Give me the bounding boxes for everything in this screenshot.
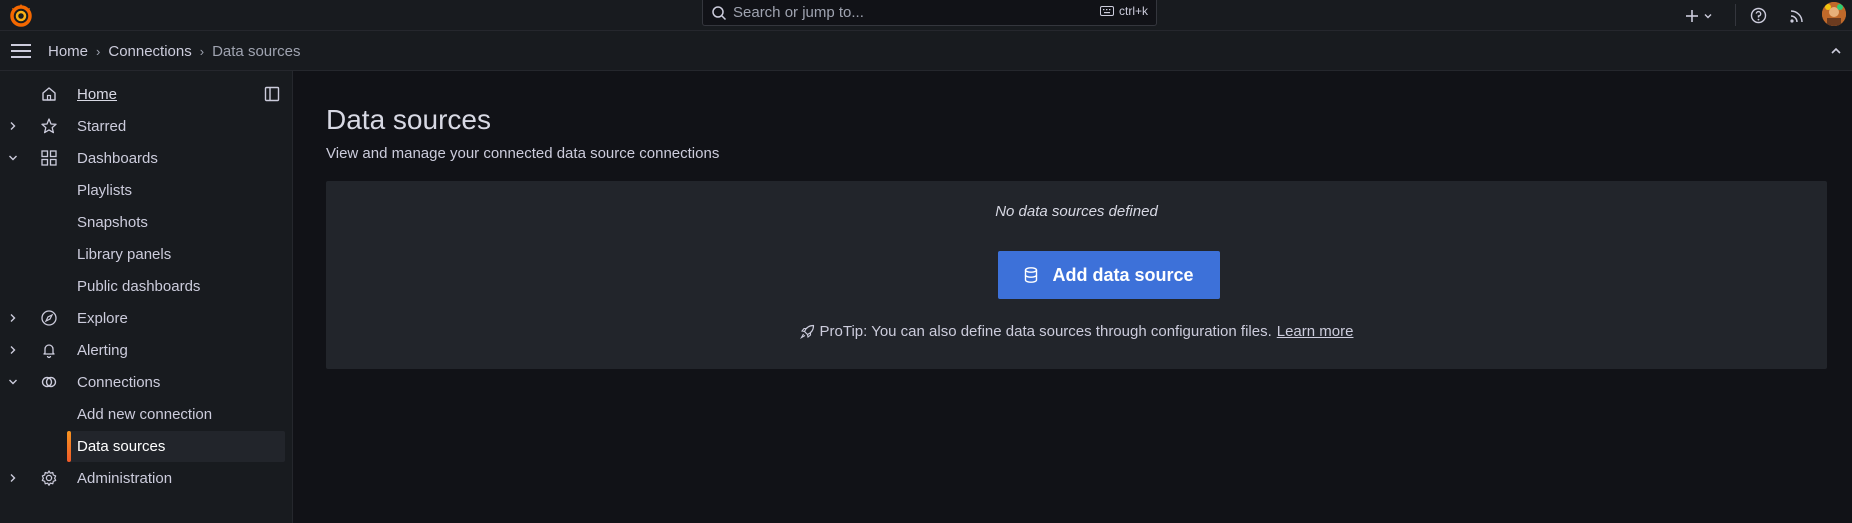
- keyboard-icon: [1099, 6, 1114, 16]
- menu-icon[interactable]: [10, 42, 32, 60]
- main-content: Data sources View and manage your connec…: [294, 71, 1852, 523]
- sidebar-item-data-sources[interactable]: Data sources: [0, 430, 293, 462]
- search-icon: [712, 5, 727, 20]
- rss-icon: [1790, 9, 1803, 23]
- sidebar: Home Starred Dashboards Playlists Snapsh…: [0, 71, 293, 523]
- database-icon: [1025, 267, 1038, 283]
- topbar-divider: [1735, 4, 1736, 26]
- add-data-source-button[interactable]: Add data source: [998, 251, 1220, 299]
- sidebar-item-label: Public dashboards: [77, 277, 201, 295]
- search-shortcut-label: ctrl+k: [1118, 4, 1148, 18]
- sidebar-item-starred[interactable]: Starred: [0, 110, 293, 142]
- new-menu-button[interactable]: [1685, 0, 1714, 31]
- breadcrumb: Home › Connections › Data sources: [48, 31, 300, 71]
- apps-icon: [41, 150, 57, 166]
- page-title: Data sources: [326, 104, 491, 135]
- bell-icon: [43, 344, 55, 359]
- protip: ProTip: You can also define data sources…: [326, 323, 1827, 340]
- sidebar-item-alerting[interactable]: Alerting: [0, 334, 293, 366]
- breadcrumb-current: Data sources: [212, 42, 301, 60]
- sidebar-item-label: Add new connection: [77, 405, 213, 423]
- breadcrumb-separator: ›: [199, 43, 205, 59]
- empty-state-message: No data sources defined: [995, 203, 1158, 220]
- help-button[interactable]: [1750, 0, 1767, 31]
- chevron-right-icon[interactable]: [6, 311, 20, 325]
- rocket-icon: [799, 324, 814, 339]
- sidebar-item-add-new-connection[interactable]: Add new connection: [0, 398, 293, 430]
- sidebar-item-connections[interactable]: Connections: [0, 366, 293, 398]
- plus-icon: [1686, 9, 1698, 22]
- sidebar-item-label: Snapshots: [77, 213, 148, 231]
- sidebar-item-label: Starred: [77, 117, 127, 135]
- news-button[interactable]: [1789, 0, 1805, 31]
- avatar[interactable]: [1822, 2, 1846, 26]
- sidebar-item-label: Alerting: [77, 341, 128, 359]
- breadcrumb-connections[interactable]: Connections: [108, 43, 191, 60]
- breadcrumb-separator: ›: [96, 43, 101, 59]
- sidebar-item-home[interactable]: Home: [0, 78, 293, 110]
- search-bar[interactable]: Search or jump to... ctrl+k: [702, 0, 1157, 26]
- add-data-source-label: Add data source: [1052, 264, 1194, 285]
- help-icon: [1750, 7, 1767, 24]
- chevron-down-icon[interactable]: [6, 375, 20, 389]
- top-bar: Search or jump to... ctrl+k: [0, 0, 1852, 31]
- sidebar-item-library-panels[interactable]: Library panels: [0, 238, 293, 270]
- empty-state-card: No data sources defined Add data source …: [326, 181, 1827, 369]
- protip-text: ProTip: You can also define data sources…: [819, 323, 1272, 340]
- breadcrumb-home[interactable]: Home: [48, 43, 88, 60]
- sidebar-item-public-dashboards[interactable]: Public dashboards: [0, 270, 293, 302]
- search-shortcut: ctrl+k: [1099, 4, 1148, 18]
- grafana-logo-icon[interactable]: [8, 2, 34, 28]
- search-placeholder: Search or jump to...: [733, 4, 864, 21]
- sidebar-item-label: Library panels: [77, 245, 172, 263]
- home-icon: [42, 87, 56, 101]
- compass-icon: [41, 310, 57, 326]
- sidebar-item-explore[interactable]: Explore: [0, 302, 293, 334]
- breadcrumb-bar: Home › Connections › Data sources: [0, 31, 1852, 71]
- connections-icon: [41, 376, 57, 388]
- avatar-image-icon: [1822, 2, 1846, 26]
- sidebar-item-label: Explore: [77, 309, 128, 327]
- chevron-right-icon[interactable]: [6, 119, 20, 133]
- sidebar-item-playlists[interactable]: Playlists: [0, 174, 293, 206]
- sidebar-item-label: Dashboards: [77, 149, 158, 167]
- sidebar-item-dashboards[interactable]: Dashboards: [0, 142, 293, 174]
- chevron-down-icon: [1704, 13, 1712, 18]
- page-subtitle: View and manage your connected data sour…: [326, 145, 720, 162]
- star-icon: [41, 118, 57, 134]
- cog-icon: [41, 470, 57, 486]
- chevron-right-icon[interactable]: [6, 343, 20, 357]
- sidebar-item-label: Playlists: [77, 181, 133, 199]
- sidebar-item-snapshots[interactable]: Snapshots: [0, 206, 293, 238]
- learn-more-link[interactable]: Learn more: [1277, 323, 1354, 340]
- sidebar-item-label: Data sources: [77, 437, 166, 455]
- sidebar-item-label: Connections: [77, 373, 161, 391]
- sidebar-item-label: Home: [77, 85, 118, 103]
- chevron-up-icon[interactable]: [1828, 43, 1844, 59]
- chevron-right-icon[interactable]: [6, 471, 20, 485]
- sidebar-item-administration[interactable]: Administration: [0, 462, 293, 494]
- chevron-down-icon[interactable]: [6, 151, 20, 165]
- sidebar-item-label: Administration: [77, 469, 173, 487]
